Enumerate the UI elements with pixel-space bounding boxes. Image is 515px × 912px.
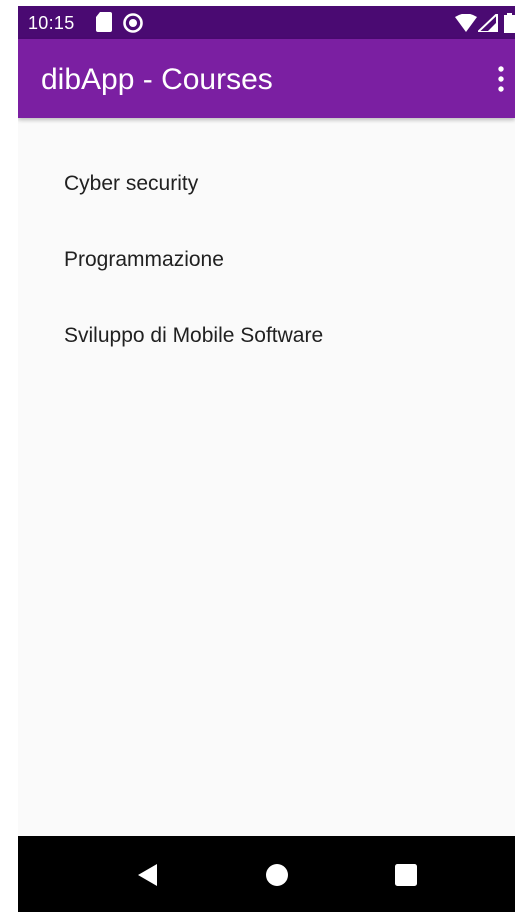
status-bar: 10:15	[18, 6, 515, 39]
back-icon[interactable]	[135, 862, 161, 888]
sd-card-icon	[96, 12, 112, 32]
recents-icon[interactable]	[393, 862, 419, 888]
course-item-sviluppo-mobile-software[interactable]: Sviluppo di Mobile Software	[18, 300, 515, 376]
signal-icon	[478, 14, 498, 32]
app-bar: dibApp - Courses	[18, 39, 515, 118]
course-label: Sviluppo di Mobile Software	[64, 324, 324, 347]
dnd-icon	[123, 13, 143, 33]
course-label: Cyber security	[64, 172, 199, 195]
app-title: dibApp - Courses	[41, 63, 273, 96]
phone-screen: 10:15 dibApp - Courses Cyber security Pr…	[18, 6, 515, 912]
battery-icon	[504, 13, 515, 33]
course-item-programmazione[interactable]: Programmazione	[18, 224, 515, 300]
status-time: 10:15	[28, 13, 75, 33]
overflow-menu-button[interactable]	[487, 57, 515, 101]
system-nav-bar	[18, 836, 515, 912]
course-label: Programmazione	[64, 248, 224, 271]
more-vert-icon	[498, 66, 504, 92]
course-list: Cyber security Programmazione Sviluppo d…	[18, 118, 515, 376]
home-icon[interactable]	[264, 862, 290, 888]
course-item-cyber-security[interactable]: Cyber security	[18, 148, 515, 224]
wifi-icon	[455, 14, 477, 32]
